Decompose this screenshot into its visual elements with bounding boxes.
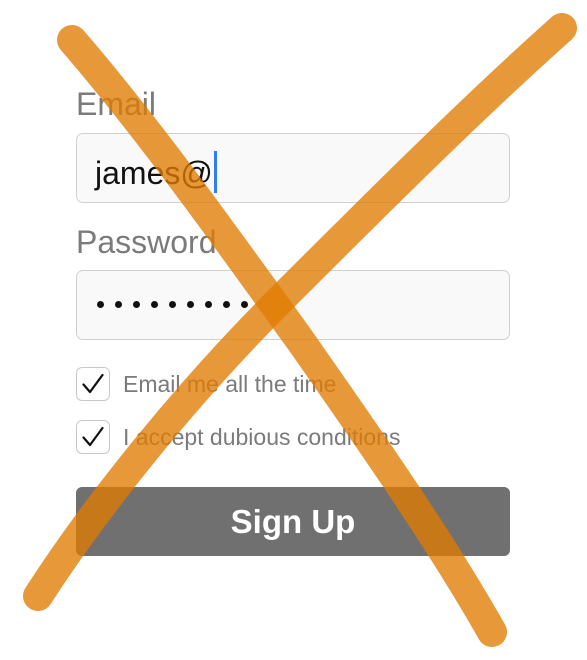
email-field[interactable]: james@ xyxy=(76,133,510,203)
password-field[interactable] xyxy=(76,270,510,340)
password-dot xyxy=(151,301,158,308)
password-dot xyxy=(97,301,104,308)
accept-conditions-option[interactable]: I accept dubious conditions xyxy=(76,420,496,454)
password-dot xyxy=(187,301,194,308)
password-dot xyxy=(223,301,230,308)
password-dot xyxy=(205,301,212,308)
accept-conditions-label: I accept dubious conditions xyxy=(123,424,401,450)
email-preference-checkbox[interactable] xyxy=(76,367,110,401)
password-dot xyxy=(133,301,140,308)
password-dot xyxy=(241,301,248,308)
email-label: Email xyxy=(76,86,157,122)
sign-up-button[interactable]: Sign Up xyxy=(76,487,510,556)
password-label: Password xyxy=(76,224,217,260)
accept-conditions-checkbox[interactable] xyxy=(76,420,110,454)
checkmark-icon xyxy=(82,426,104,447)
email-preference-label: Email me all the time xyxy=(123,371,337,397)
email-preference-option[interactable]: Email me all the time xyxy=(76,367,496,401)
email-value[interactable]: james@ xyxy=(95,151,217,193)
email-value-text: james@ xyxy=(95,155,213,191)
signup-form: Email james@ Password Email me all the t… xyxy=(0,0,587,660)
password-dot xyxy=(115,301,122,308)
checkmark-icon xyxy=(82,373,104,394)
password-mask xyxy=(97,301,248,308)
text-cursor xyxy=(213,151,217,193)
password-dot xyxy=(169,301,176,308)
